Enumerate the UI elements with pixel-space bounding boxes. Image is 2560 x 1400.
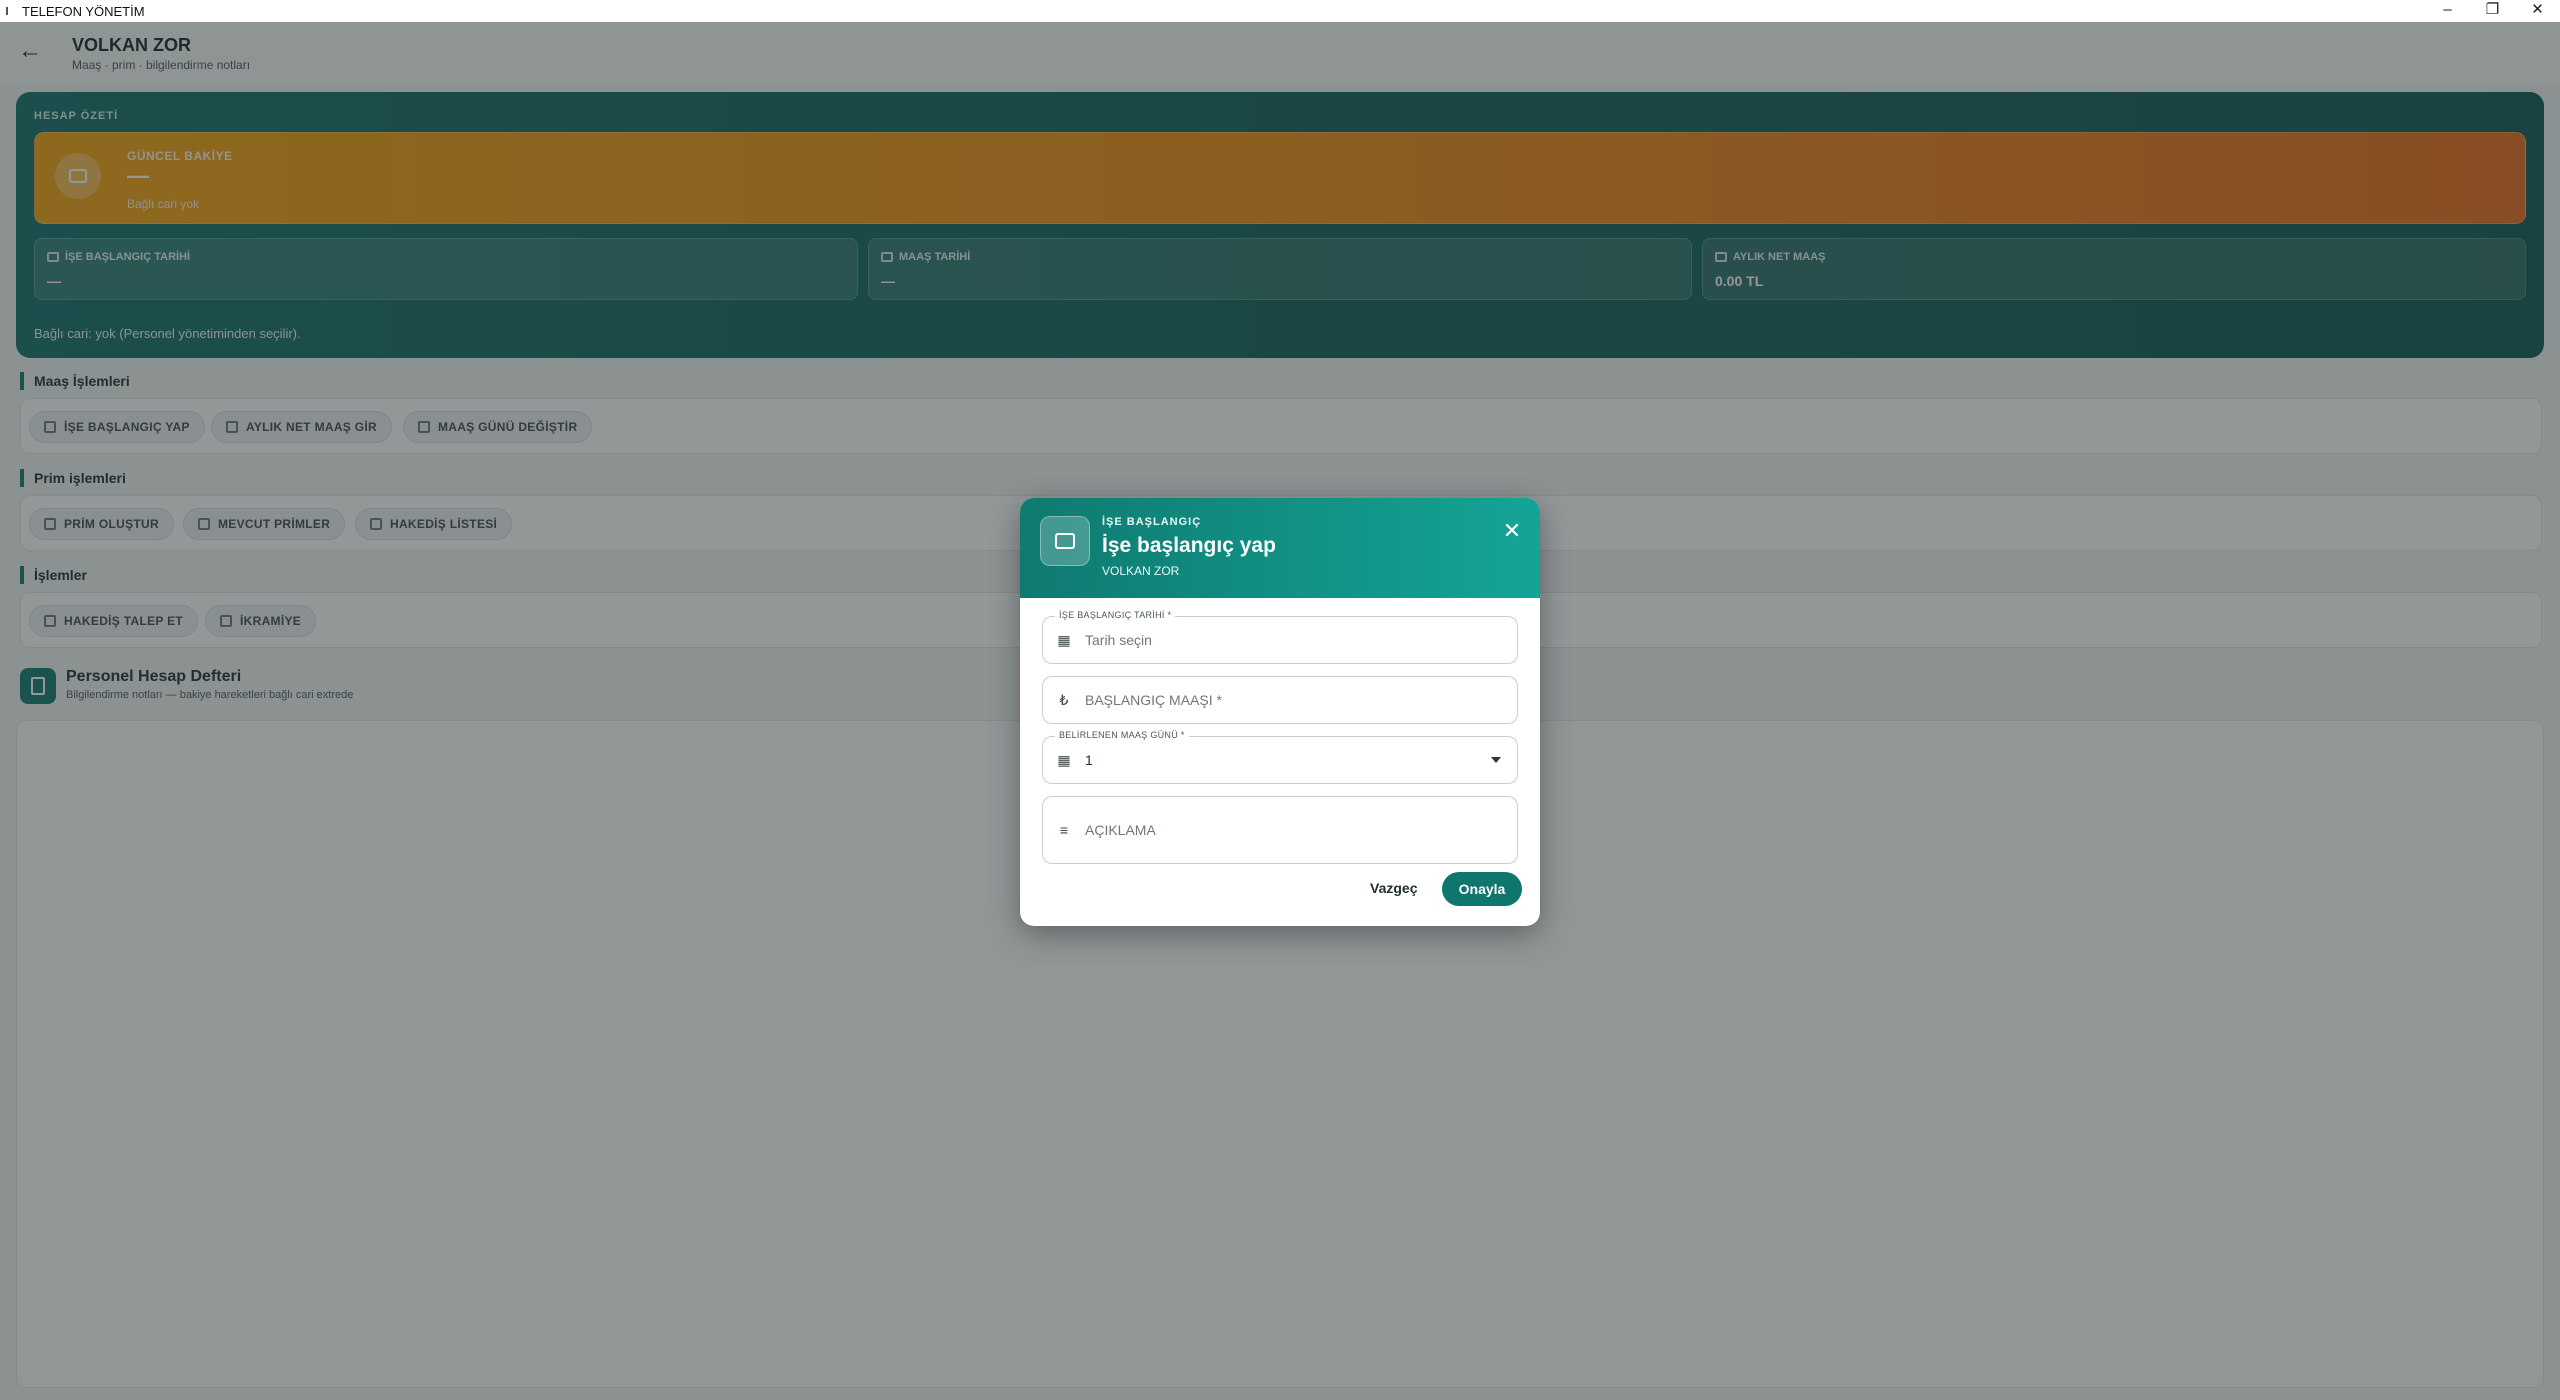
close-icon[interactable]: ✕	[1500, 520, 1524, 544]
description-placeholder: AÇIKLAMA	[1085, 822, 1156, 838]
pay-day-field-label: BELİRLENEN MAAŞ GÜNÜ *	[1055, 730, 1189, 740]
start-employment-dialog: İŞE BAŞLANGIÇ İşe başlangıç yap VOLKAN Z…	[1020, 498, 1540, 926]
start-date-field[interactable]: İŞE BAŞLANGIÇ TARİHİ * ▦ Tarih seçin	[1042, 610, 1518, 664]
dialog-header: İŞE BAŞLANGIÇ İşe başlangıç yap VOLKAN Z…	[1020, 498, 1540, 598]
dialog-eyebrow: İŞE BAŞLANGIÇ	[1102, 516, 1202, 528]
notes-icon: ≡	[1059, 822, 1069, 838]
confirm-button[interactable]: Onayla	[1442, 872, 1522, 906]
window-controls: – ❐ ✕	[2425, 0, 2560, 22]
lira-icon: ₺	[1059, 692, 1069, 708]
window-title: TELEFON YÖNETİM	[22, 3, 145, 19]
description-field[interactable]: ≡ AÇIKLAMA	[1042, 796, 1518, 864]
restore-button[interactable]: ❐	[2470, 0, 2515, 22]
calendar-icon: ▦	[1057, 632, 1071, 648]
start-salary-placeholder: BAŞLANGIÇ MAAŞI *	[1085, 692, 1222, 708]
window-titlebar: TELEFON YÖNETİM – ❐ ✕	[0, 0, 2560, 22]
close-window-button[interactable]: ✕	[2515, 0, 2560, 22]
start-date-field-label: İŞE BAŞLANGIÇ TARİHİ *	[1055, 610, 1176, 620]
start-salary-field[interactable]: ₺ BAŞLANGIÇ MAAŞI *	[1042, 676, 1518, 724]
dialog-title: İşe başlangıç yap	[1102, 534, 1276, 557]
dialog-subtitle: VOLKAN ZOR	[1102, 564, 1180, 578]
briefcase-icon	[1040, 516, 1090, 566]
pay-day-value: 1	[1085, 752, 1093, 768]
start-date-placeholder: Tarih seçin	[1085, 632, 1152, 648]
minimize-button[interactable]: –	[2425, 0, 2470, 22]
calendar-clock-icon: ▦	[1057, 752, 1071, 768]
app-icon	[6, 7, 14, 15]
cancel-button[interactable]: Vazgeç	[1370, 880, 1417, 896]
chevron-down-icon	[1491, 757, 1501, 763]
pay-day-select[interactable]: BELİRLENEN MAAŞ GÜNÜ * ▦ 1	[1042, 730, 1518, 784]
